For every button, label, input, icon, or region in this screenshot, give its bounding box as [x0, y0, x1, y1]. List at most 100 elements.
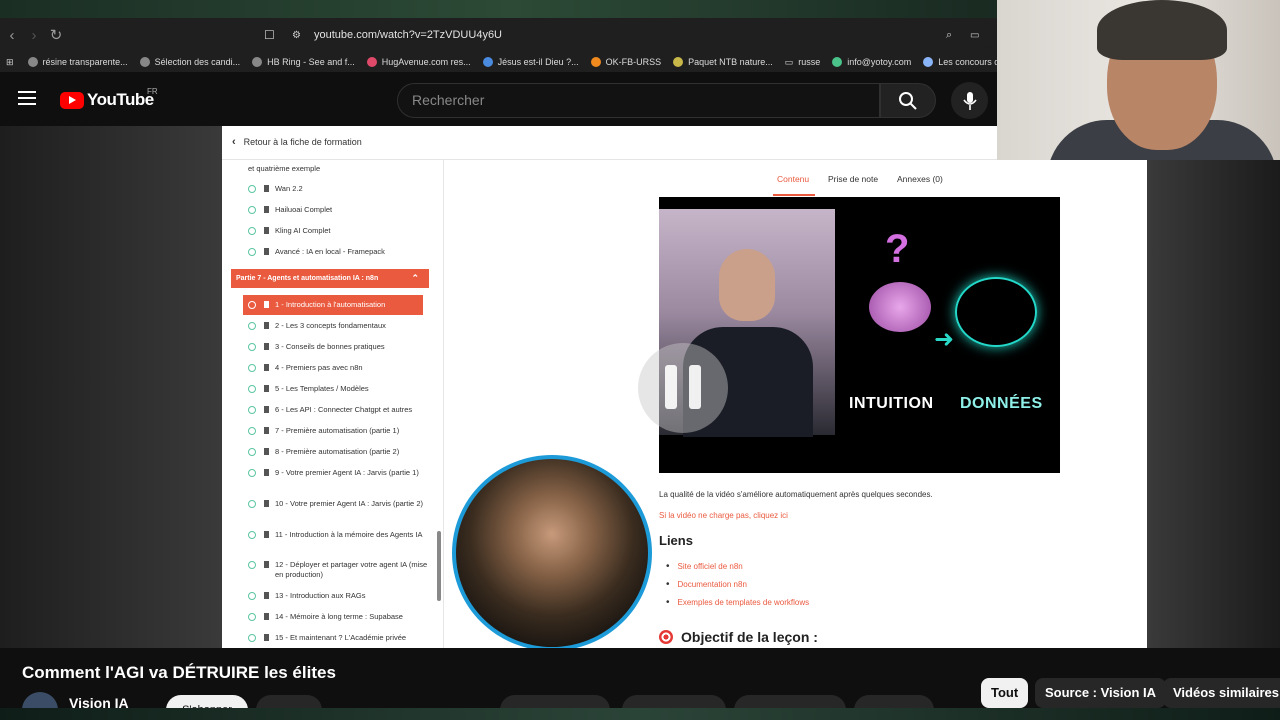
tab-annexes[interactable]: Annexes (0)	[897, 174, 943, 184]
lesson-item-1[interactable]: 1 - Introduction à l'automatisation	[248, 300, 428, 310]
status-circle-icon	[248, 364, 256, 372]
document-icon	[264, 206, 269, 213]
bookmark-favicon-icon	[923, 57, 934, 67]
lesson-item[interactable]: 13 - Introduction aux RAGs	[248, 591, 428, 601]
lesson-item[interactable]: 5 - Les Templates / Modèles	[248, 384, 428, 394]
lesson-item[interactable]: 7 - Première automatisation (partie 1)	[248, 426, 428, 436]
lesson-item[interactable]: Avancé : IA en local - Framepack	[248, 247, 428, 257]
apps-grid-icon[interactable]: ⊞	[6, 57, 14, 68]
lesson-item[interactable]: Hailuoai Complet	[248, 205, 428, 215]
lesson-item[interactable]: 6 - Les API : Connecter Chatgpt et autre…	[248, 405, 428, 415]
chip-tout[interactable]: Tout	[981, 678, 1029, 708]
bookmark-icon[interactable]: ☐	[264, 28, 275, 42]
lesson-item[interactable]: 8 - Première automatisation (partie 2)	[248, 447, 428, 457]
cast-icon[interactable]: ▭	[970, 30, 979, 41]
bookmark-item[interactable]: OK-FB-URSS	[590, 57, 661, 67]
status-circle-icon	[248, 343, 256, 351]
document-icon	[264, 634, 269, 641]
search-icon	[899, 91, 917, 110]
browser-toolbar: ‹ › ↻ ☐ ⚙ youtube.com/watch?v=2TzVDUU4y6…	[0, 18, 997, 52]
lesson-item[interactable]: 11 - Introduction à la mémoire des Agent…	[248, 530, 428, 540]
lesson-video-player[interactable]: ? ➜ INTUITION DONNÉES	[659, 197, 1060, 473]
document-icon	[264, 301, 269, 308]
link-workflow-templates[interactable]: Exemples de templates de workflows	[666, 597, 810, 608]
video-label-intuition: INTUITION	[849, 395, 934, 412]
document-icon	[264, 427, 269, 434]
lesson-label: 8 - Première automatisation (partie 2)	[275, 447, 400, 456]
tab-contenu[interactable]: Contenu	[777, 174, 809, 184]
document-icon	[264, 469, 269, 476]
lesson-item[interactable]: 15 - Et maintenant ? L'Académie privée	[248, 633, 428, 643]
search-button[interactable]	[880, 83, 936, 118]
bookmark-item[interactable]: Les concours d'	[923, 57, 997, 67]
voice-search-button[interactable]	[951, 82, 988, 119]
lesson-label: 3 - Conseils de bonnes pratiques	[275, 342, 385, 351]
lesson-item[interactable]: 4 - Premiers pas avec n8n	[248, 363, 428, 373]
bookmark-label: résine transparente...	[42, 57, 128, 67]
brain-circuit-icon	[955, 277, 1037, 347]
bookmark-item[interactable]: Sélection des candi...	[139, 57, 240, 67]
back-arrow-icon[interactable]: ‹	[1, 27, 23, 44]
lesson-item[interactable]: 2 - Les 3 concepts fondamentaux	[248, 321, 428, 331]
lesson-label: Hailuoai Complet	[275, 205, 333, 214]
document-icon	[264, 406, 269, 413]
lesson-label: 7 - Première automatisation (partie 1)	[275, 426, 400, 435]
presenter-facecam	[452, 455, 652, 651]
brain-pink-icon	[869, 282, 931, 332]
lesson-item[interactable]: 14 - Mémoire à long terme : Supabase	[248, 612, 428, 622]
links-heading: Liens	[659, 533, 693, 548]
bookmark-item[interactable]: Paquet NTB nature...	[673, 57, 773, 67]
status-circle-icon	[248, 406, 256, 414]
bookmark-item[interactable]: HugAvenue.com res...	[366, 57, 471, 67]
document-icon	[264, 364, 269, 371]
menu-icon[interactable]	[18, 91, 36, 105]
video-label-donnees: DONNÉES	[960, 395, 1043, 412]
bookmark-item[interactable]: résine transparente...	[27, 57, 128, 67]
bookmark-favicon-icon	[482, 57, 493, 67]
bookmark-item[interactable]: info@yotoy.com	[832, 57, 911, 67]
lesson-item[interactable]: 9 - Votre premier Agent IA : Jarvis (par…	[248, 468, 428, 478]
part-7-header[interactable]: Partie 7 - Agents et automatisation IA :…	[231, 269, 429, 288]
microphone-icon	[962, 91, 977, 110]
lesson-item[interactable]: 3 - Conseils de bonnes pratiques	[248, 342, 428, 352]
bookmark-item[interactable]: ▭ russe	[785, 57, 821, 68]
lesson-item[interactable]: Kling AI Complet	[248, 226, 428, 236]
lesson-item[interactable]: 12 - Déployer et partager votre agent IA…	[248, 560, 428, 580]
zoom-icon[interactable]: ⌕	[946, 29, 952, 42]
document-icon	[264, 343, 269, 350]
youtube-wordmark: YouTube	[87, 90, 154, 109]
chip-source-vision-ia[interactable]: Source : Vision IA	[1035, 678, 1167, 708]
forward-arrow-icon[interactable]: ›	[23, 27, 45, 44]
pause-button[interactable]	[638, 343, 728, 433]
lesson-item[interactable]: 10 - Votre premier Agent IA : Jarvis (pa…	[248, 499, 428, 509]
chip-videos-similaires[interactable]: Vidéos similaires	[1163, 678, 1280, 708]
reload-icon[interactable]: ↻	[45, 26, 67, 44]
video-frame-right	[1147, 160, 1280, 648]
address-bar[interactable]: ☐ ⚙ youtube.com/watch?v=2TzVDUU4y6U ⌕ ▭	[262, 22, 996, 48]
bookmark-item[interactable]: HB Ring - See and f...	[252, 57, 355, 67]
lesson-item[interactable]: et quatrième exemple	[248, 164, 428, 174]
status-circle-icon	[248, 634, 256, 642]
reload-video-link[interactable]: Si la vidéo ne charge pas, cliquez ici	[659, 511, 788, 520]
bookmark-item[interactable]: Jésus est-il Dieu ?...	[482, 57, 579, 67]
lesson-item[interactable]: Wan 2.2	[248, 184, 428, 194]
presenter-head	[719, 249, 775, 321]
search-input[interactable]: Rechercher	[397, 83, 880, 118]
link-n8n-docs[interactable]: Documentation n8n	[666, 579, 747, 590]
bookmark-favicon-icon	[673, 57, 684, 67]
status-circle-icon	[248, 531, 256, 539]
document-icon	[264, 448, 269, 455]
back-label: Retour à la fiche de formation	[243, 137, 362, 147]
lesson-label: et quatrième exemple	[248, 164, 321, 173]
lesson-label: 10 - Votre premier Agent IA : Jarvis (pa…	[275, 499, 423, 508]
bookmark-label: info@yotoy.com	[847, 57, 912, 67]
tab-prise-de-note[interactable]: Prise de note	[828, 174, 878, 184]
back-to-course-link[interactable]: ‹ Retour à la fiche de formation	[232, 136, 362, 148]
bookmark-favicon-icon	[366, 57, 377, 67]
sidebar-scrollbar[interactable]	[437, 531, 441, 601]
bookmark-favicon-icon	[832, 57, 843, 67]
youtube-logo[interactable]: YouTube	[60, 90, 154, 110]
document-icon	[264, 500, 269, 507]
link-n8n-site[interactable]: Site officiel de n8n	[666, 561, 743, 572]
site-info-icon[interactable]: ⚙	[292, 30, 301, 41]
